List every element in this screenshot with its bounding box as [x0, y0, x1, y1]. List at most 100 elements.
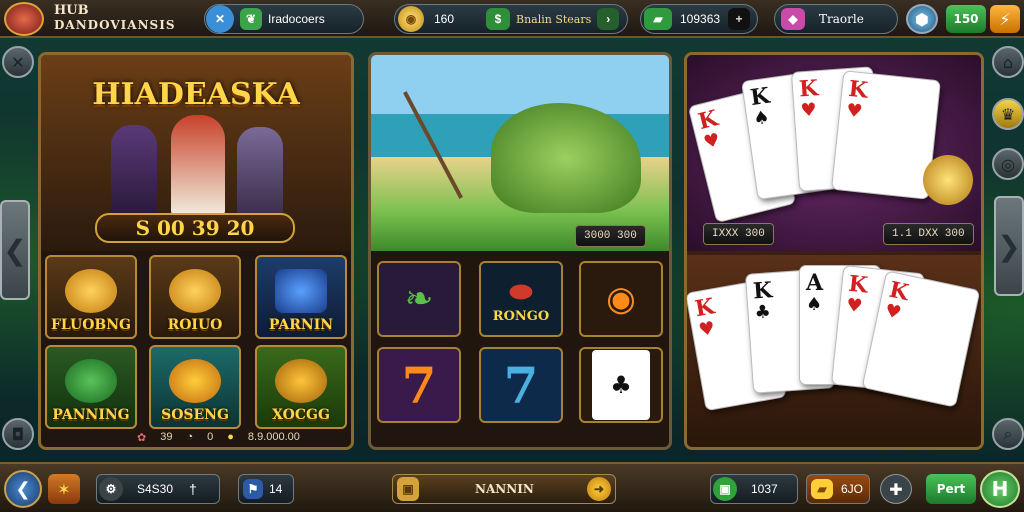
- footer-value-2: 0: [207, 431, 214, 443]
- lightning-icon[interactable]: ⚡: [990, 5, 1020, 33]
- close-side-button[interactable]: ✕: [2, 46, 34, 78]
- gems-value: 109363: [680, 12, 721, 26]
- slot-leaf[interactable]: ❧: [377, 261, 461, 337]
- gear-icon[interactable]: ⚙: [99, 477, 123, 501]
- center-label: NANNIN: [475, 482, 534, 496]
- gamepad-side-button[interactable]: ◎: [992, 148, 1024, 180]
- slot-ruby[interactable]: ⬬ RONGO: [479, 261, 563, 337]
- coins-pill[interactable]: ◉ 160 $ Bnalin Stears ›: [394, 4, 628, 34]
- player-avatar[interactable]: [4, 2, 44, 36]
- top-plate-left: IXXX 300: [703, 223, 774, 245]
- cat-emblem-icon: [169, 359, 221, 403]
- settings-icon[interactable]: ✕: [206, 5, 234, 33]
- leaf-symbol-icon: ❧: [404, 279, 434, 319]
- cash-icon: $: [486, 8, 510, 30]
- plus-icon[interactable]: +: [728, 8, 751, 30]
- puzzle-button[interactable]: ✚: [880, 474, 912, 504]
- scene-value: 3000 300: [575, 225, 646, 247]
- fishing-scene[interactable]: 3000 300: [371, 55, 669, 251]
- back-button[interactable]: ❮: [4, 470, 42, 508]
- center-bar[interactable]: ▣ NANNIN ➜: [392, 474, 616, 504]
- score-value: 1037: [751, 482, 778, 496]
- poker-bottom[interactable]: K ♥ K ♣ A ♠ K ♥ K ♥: [687, 255, 981, 447]
- ruby-symbol-icon: ⬬: [509, 274, 533, 308]
- coin-icon: ◉: [398, 6, 424, 32]
- trophy-pill[interactable]: ◆ Traorle: [774, 4, 898, 34]
- home-side-button[interactable]: ⌂: [992, 46, 1024, 78]
- search-side-button[interactable]: ⌕: [992, 418, 1024, 450]
- gem-icon: ▰: [644, 8, 672, 30]
- left-arrow-button[interactable]: ❮: [0, 200, 30, 300]
- tab-label: Iradocoers: [268, 12, 325, 26]
- green-coin-icon: ▣: [713, 477, 737, 501]
- currency-value[interactable]: 150: [946, 5, 986, 33]
- game-tile-3[interactable]: PARNIN: [255, 255, 347, 339]
- trophy-side-button[interactable]: ♛: [992, 98, 1024, 130]
- coin-small-icon: ●: [227, 431, 234, 443]
- wallet-value: S4S30: [137, 482, 174, 496]
- left-game-panel[interactable]: HIADEASKA S 00 39 20 FLUOBNG ROIUO PARNI…: [38, 52, 354, 450]
- gold-pill[interactable]: ▰ 6JO: [806, 474, 870, 504]
- shield-icon[interactable]: ⬢: [906, 4, 938, 34]
- seven-symbol-icon: 7: [503, 355, 539, 415]
- barrel-icon: [275, 359, 327, 403]
- jackpot-banner: S 00 39 20: [95, 213, 295, 243]
- camera-side-button[interactable]: ◘: [2, 418, 34, 450]
- score-pill[interactable]: ▣ 1037: [710, 474, 798, 504]
- diamond-icon: ◆: [781, 8, 805, 30]
- leaf-icon: ❦: [240, 8, 262, 30]
- gold-value: 6JO: [841, 482, 864, 496]
- tab-pill[interactable]: ✕ ❦ Iradocoers: [204, 4, 364, 34]
- level-pill[interactable]: ⚑ 14: [238, 474, 294, 504]
- level-value: 14: [269, 482, 283, 496]
- left-footer: ✿ 39 ◔ 0 ● 8.9.000.00: [137, 431, 351, 447]
- crocodile-creature: [491, 103, 641, 213]
- slot-label: RONGO: [492, 308, 550, 324]
- game-title: HIADEASKA: [92, 77, 300, 112]
- play-button[interactable]: Pert: [926, 474, 976, 504]
- footer-value-3: 8.9.000.00: [247, 431, 300, 443]
- slot-seven-orange[interactable]: 7: [377, 347, 461, 423]
- hero-banner[interactable]: HIADEASKA S 00 39 20: [41, 55, 351, 251]
- arrow-icon[interactable]: ›: [597, 8, 620, 30]
- ace-clubs-card: ♣: [592, 350, 650, 420]
- footer-value-1: 39: [160, 431, 173, 443]
- right-arrow-button[interactable]: ❯: [994, 196, 1024, 296]
- slot-card[interactable]: ♣: [579, 347, 663, 423]
- chest-icon: [275, 269, 327, 313]
- trophy-label: Traorle: [819, 12, 864, 26]
- wallet-pill[interactable]: ⚙ S4S30 †: [96, 474, 220, 504]
- star-button[interactable]: ✶: [48, 474, 80, 504]
- right-game-panel[interactable]: K ♥ K ♠ K ♥ K ♥ IXXX 300 1.1 DXX 300 K ♥ K ♣ A…: [684, 52, 984, 450]
- slot-seven-blue[interactable]: 7: [479, 347, 563, 423]
- heroine-right: [237, 127, 283, 215]
- game-tile-5[interactable]: SOSENG: [149, 345, 241, 429]
- gems-pill[interactable]: ▰ 109363 +: [640, 4, 758, 34]
- heroine-center: [171, 115, 225, 215]
- poker-top[interactable]: K ♥ K ♠ K ♥ K ♥ IXXX 300 1.1 DXX 300: [687, 55, 981, 251]
- clock-icon: ◔: [186, 431, 194, 443]
- gold-bar-icon: ▰: [811, 479, 833, 499]
- rose-icon: ✿: [137, 432, 147, 444]
- forward-icon[interactable]: ➜: [587, 477, 611, 501]
- middle-game-panel[interactable]: 3000 300 ❧ ⬬ RONGO ◉ 7 7 ♣: [368, 52, 672, 450]
- heroine-left: [111, 125, 157, 215]
- status-label: Bnalin Stears: [516, 12, 592, 26]
- game-tile-1[interactable]: FLUOBNG: [45, 255, 137, 339]
- fishing-rod: [403, 91, 463, 199]
- top-bar: HUB DANDOVIANSIS ✕ ❦ Iradocoers ◉ 160 $ …: [0, 0, 1024, 38]
- slot-barrel[interactable]: ◉: [579, 261, 663, 337]
- game-tile-4[interactable]: PANNING: [45, 345, 137, 429]
- cat-emblem-icon: [65, 269, 117, 313]
- game-tile-6[interactable]: XOCGG: [255, 345, 347, 429]
- drum-icon: [65, 359, 117, 403]
- mug-icon: ▣: [397, 477, 419, 501]
- bottom-bar: ❮ ✶ ⚙ S4S30 † ⚑ 14 ▣ NANNIN ➜ ▣ 1037 ▰ 6…: [0, 462, 1024, 512]
- help-button[interactable]: H: [980, 470, 1020, 508]
- coins-value: 160: [434, 12, 455, 26]
- brand-title: HUB: [54, 3, 89, 18]
- game-tile-2[interactable]: ROIUO: [149, 255, 241, 339]
- brand-subtitle: DANDOVIANSIS: [54, 18, 176, 32]
- seven-symbol-icon: 7: [401, 355, 437, 415]
- top-plate-right: 1.1 DXX 300: [883, 223, 974, 245]
